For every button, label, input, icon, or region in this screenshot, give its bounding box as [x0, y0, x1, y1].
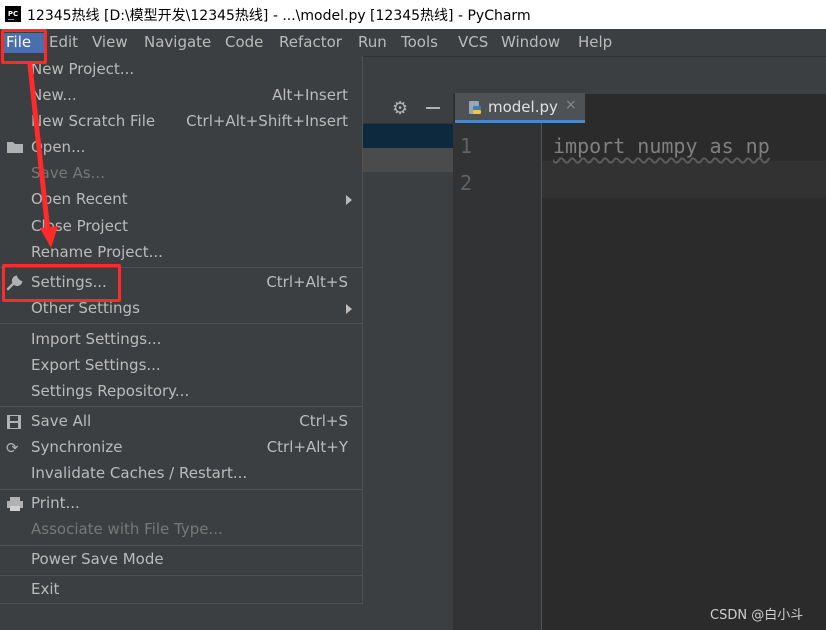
- annotation-arrow: [27, 62, 58, 248]
- watermark-text: CSDN @白小斗: [710, 608, 804, 623]
